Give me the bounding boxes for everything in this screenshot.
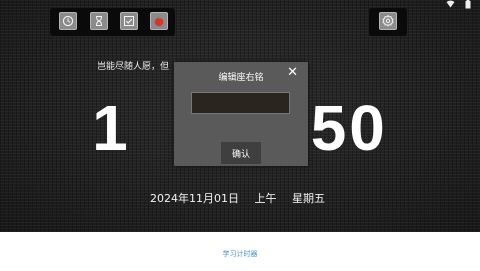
close-icon[interactable]: ✕ <box>287 66 298 80</box>
clock-icon <box>62 12 74 31</box>
toolbar-right <box>369 8 407 36</box>
main-screen: 岂能尽随人愿，但 1 50 2024年11月01日 上午 星期五 编辑座右铭 ✕ … <box>0 0 480 232</box>
gear-icon <box>382 12 394 31</box>
hourglass-icon <box>93 12 105 31</box>
motto-input[interactable] <box>191 92 290 114</box>
period-text: 上午 <box>254 192 277 205</box>
edit-motto-dialog: 编辑座右铭 ✕ 确认 <box>174 62 308 166</box>
app-name-link[interactable]: 学习计时器 <box>0 249 480 259</box>
tomato-button[interactable] <box>150 12 168 30</box>
battery-icon <box>465 0 471 12</box>
wifi-icon <box>446 0 455 11</box>
toolbar-left <box>50 8 175 36</box>
hourglass-button[interactable] <box>90 12 108 30</box>
tomato-icon <box>153 12 165 31</box>
date-text: 2024年11月01日 <box>150 192 239 205</box>
clock-minutes: 50 <box>310 92 388 164</box>
confirm-button[interactable]: 确认 <box>221 142 261 164</box>
clock-button[interactable] <box>59 12 77 30</box>
settings-button[interactable] <box>379 12 397 30</box>
checklist-icon <box>123 12 135 31</box>
motto-text[interactable]: 岂能尽随人愿，但 <box>97 59 169 72</box>
weekday-text: 星期五 <box>292 192 325 205</box>
clock-hours: 1 <box>92 92 131 164</box>
date-line: 2024年11月01日 上午 星期五 <box>150 190 337 206</box>
checklist-button[interactable] <box>120 12 138 30</box>
bottom-bar: 学习计时器 <box>0 232 480 271</box>
